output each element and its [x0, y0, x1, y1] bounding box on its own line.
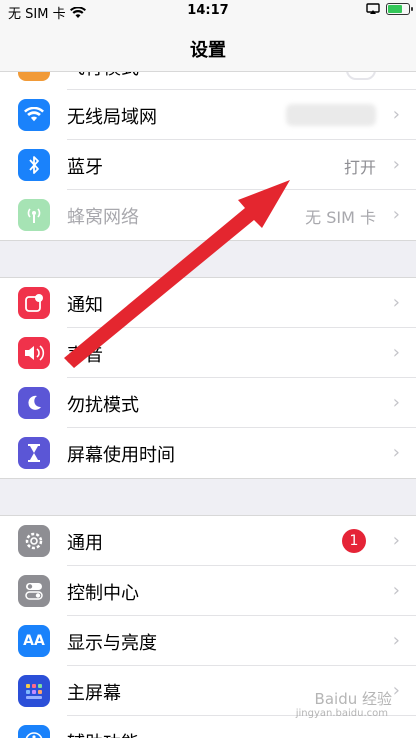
settings-row-accessibility[interactable]: 辅助功能: [0, 716, 416, 738]
speaker-icon: [18, 337, 50, 369]
row-label: 辅助功能: [67, 729, 139, 738]
chevron-right-icon: ›: [392, 342, 400, 363]
accessibility-icon: [18, 725, 50, 738]
cellular-status-value: 无 SIM 卡: [305, 208, 376, 227]
row-label: 勿扰模式: [67, 395, 139, 416]
hourglass-icon: [18, 437, 50, 469]
settings-row-dnd[interactable]: 勿扰模式 ›: [0, 378, 416, 428]
watermark-url: jingyan.baidu.com: [295, 708, 388, 719]
chevron-right-icon: ›: [392, 292, 400, 313]
row-label: 声音: [67, 345, 103, 366]
settings-row-notifications[interactable]: 通知 ›: [0, 278, 416, 328]
status-bar: 无 SIM 卡 14:17: [0, 0, 416, 22]
chevron-right-icon: ›: [392, 580, 400, 601]
status-right: [366, 3, 413, 15]
chevron-right-icon: ›: [392, 154, 400, 175]
row-label: 蓝牙: [67, 157, 103, 178]
chevron-right-icon: ›: [392, 630, 400, 651]
settings-row-wifi[interactable]: 无线局域网 ›: [0, 90, 416, 140]
bluetooth-icon: [18, 149, 50, 181]
settings-row-display[interactable]: AA 显示与亮度 ›: [0, 616, 416, 666]
battery-icon: [386, 3, 413, 15]
row-label: 飞行模式: [67, 72, 139, 80]
row-label: 蜂窝网络: [67, 207, 139, 228]
chevron-right-icon: ›: [392, 204, 400, 225]
settings-row-airplane[interactable]: ✈ 飞行模式: [0, 72, 416, 90]
airplane-toggle[interactable]: [346, 72, 376, 80]
antenna-icon: [18, 199, 50, 231]
settings-row-cellular[interactable]: 蜂窝网络 无 SIM 卡 ›: [0, 190, 416, 240]
notification-icon: [18, 287, 50, 319]
home-grid-icon: [18, 675, 50, 707]
settings-row-screentime[interactable]: 屏幕使用时间 ›: [0, 428, 416, 478]
gear-icon: [18, 525, 50, 557]
update-badge: 1: [342, 529, 366, 553]
row-label: 无线局域网: [67, 107, 157, 128]
display-aa-icon: AA: [18, 625, 50, 657]
screen-mirroring-icon: [366, 3, 380, 14]
chevron-right-icon: ›: [392, 442, 400, 463]
row-label: 通用: [67, 533, 103, 554]
airplane-icon: ✈: [18, 72, 50, 81]
row-label: 控制中心: [67, 583, 139, 604]
row-label: 主屏幕: [67, 683, 121, 704]
toggle-switches-icon: [18, 575, 50, 607]
chevron-right-icon: ›: [392, 530, 400, 551]
settings-row-bluetooth[interactable]: 蓝牙 打开 ›: [0, 140, 416, 190]
settings-row-control-center[interactable]: 控制中心 ›: [0, 566, 416, 616]
chevron-right-icon: ›: [392, 680, 400, 701]
row-label: 屏幕使用时间: [67, 445, 175, 466]
battery-level: [388, 5, 402, 13]
section-gap: [0, 478, 416, 516]
wifi-icon: [18, 99, 50, 131]
moon-icon: [18, 387, 50, 419]
status-time: 14:17: [187, 3, 229, 18]
page-title: 设置: [190, 40, 226, 61]
settings-row-sounds[interactable]: 声音 ›: [0, 328, 416, 378]
watermark-logo: Baidu 经验: [314, 690, 392, 708]
row-label: 通知: [67, 295, 103, 316]
wifi-network-name-blurred: [286, 104, 376, 126]
settings-row-general[interactable]: 通用 1 ›: [0, 516, 416, 566]
chevron-right-icon: ›: [392, 392, 400, 413]
chevron-right-icon: ›: [392, 104, 400, 125]
navigation-bar: 设置: [0, 22, 416, 72]
section-gap: [0, 240, 416, 278]
bluetooth-status-value: 打开: [343, 158, 376, 177]
row-label: 显示与亮度: [67, 633, 157, 654]
